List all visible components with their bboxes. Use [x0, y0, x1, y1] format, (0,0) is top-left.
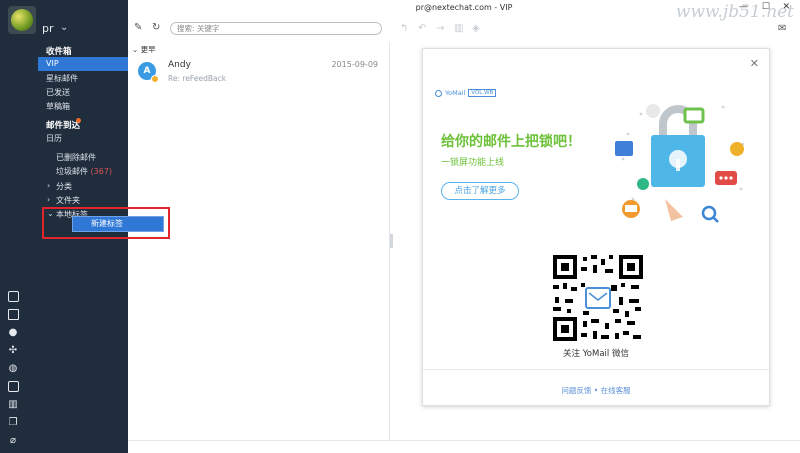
status-bar — [128, 440, 800, 453]
card-footer-links: 问题反馈 • 在线客服 — [423, 385, 769, 396]
promo-headline: 给你的邮件上把锁吧！ — [441, 134, 581, 150]
files-icon[interactable]: ❐ — [6, 415, 20, 429]
feedback-link[interactable]: 问题反馈 — [561, 386, 591, 395]
sidebar-item-vip[interactable]: VIP — [38, 57, 128, 71]
qr-logo-icon — [585, 287, 611, 309]
support-link[interactable]: 在线客服 — [601, 386, 631, 395]
mail-group-header[interactable]: ⌄ 更早 — [132, 44, 156, 55]
sidebar-item-junk[interactable]: 垃圾邮件 (367) — [56, 166, 112, 177]
account-avatar[interactable] — [8, 6, 36, 34]
mail-sender: Andy — [168, 60, 191, 70]
sidebar-item-folders[interactable]: 文件夹 — [56, 195, 80, 206]
compose-icon[interactable]: ✎ — [134, 22, 142, 33]
forward-icon[interactable]: → — [436, 23, 444, 34]
yomail-logo: YoMail VOL.WB — [435, 89, 497, 97]
app-dock: ● ✣ ◍ ▥ ❐ ⌀ ⚙ — [6, 289, 22, 453]
globe-icon[interactable]: ◍ — [6, 361, 20, 375]
wechat-icon[interactable]: ● — [6, 325, 20, 339]
promo-card: ✕ YoMail VOL.WB 给你的邮件上把锁吧！ 一锁屏功能上线 点击了解更… — [422, 48, 770, 406]
mail-date: 2015-09-09 — [331, 60, 379, 69]
attachment-icon[interactable]: ⌀ — [6, 433, 20, 447]
green-dot-icon — [637, 178, 649, 190]
wechat-qr-code — [553, 255, 643, 341]
close-icon[interactable]: ✕ — [750, 57, 759, 70]
qr-caption: 关注 YoMail 微信 — [563, 349, 629, 359]
sidebar-item-inbox[interactable]: 收件箱 — [46, 45, 72, 57]
group-label: 更早 — [140, 45, 156, 54]
avatar-bubble-icon — [646, 104, 660, 118]
card-divider — [423, 369, 769, 370]
mail-subject: Re: reFeedBack — [168, 74, 227, 83]
sidebar-item-sent[interactable]: 已发送 — [46, 87, 70, 98]
sidebar-item-calendar[interactable]: 日历 — [46, 133, 62, 144]
version-tag: VOL.WB — [468, 89, 497, 97]
sidebar-item-starred[interactable]: 星标邮件 — [46, 73, 78, 84]
tablet-icon — [615, 141, 633, 156]
learn-more-button[interactable]: 点击了解更多 — [441, 182, 519, 200]
account-name[interactable]: pr — [42, 22, 54, 35]
lock-illustration — [615, 104, 745, 223]
promo-subheadline: 一锁屏功能上线 — [441, 158, 505, 168]
puzzle-icon[interactable]: ✣ — [6, 343, 20, 357]
refresh-icon[interactable]: ↻ — [152, 22, 160, 33]
chevron-down-icon[interactable]: ⌄ — [60, 22, 68, 33]
list-item[interactable]: A Andy 2015-09-09 Re: reFeedBack — [128, 56, 390, 86]
yellow-badge-icon — [730, 142, 744, 156]
sidebar-item-categories[interactable]: 分类 — [56, 181, 72, 192]
link-separator: • — [593, 386, 599, 395]
sidebar-item-deleted[interactable]: 已删除邮件 — [56, 152, 96, 163]
monitor-icon — [683, 107, 705, 124]
junk-count-badge: (367) — [90, 167, 113, 176]
avatar-image — [11, 9, 33, 31]
logo-mark-icon — [435, 89, 442, 97]
reply-icon[interactable]: ↰ — [400, 23, 408, 34]
notification-dot — [76, 118, 81, 123]
contacts-icon[interactable] — [6, 379, 20, 393]
junk-label: 垃圾邮件 — [56, 167, 88, 176]
hand-icon — [665, 199, 683, 221]
trash-icon[interactable]: ▥ — [454, 23, 463, 34]
board-icon[interactable] — [6, 289, 20, 303]
chevron-right-icon[interactable]: › — [47, 181, 50, 190]
mail-icon[interactable]: ✉ — [778, 23, 786, 34]
stats-icon[interactable]: ▥ — [6, 397, 20, 411]
chevron-right-icon[interactable]: › — [47, 195, 50, 204]
reply-all-icon[interactable]: ↶ — [418, 23, 426, 34]
vip-badge-icon — [151, 75, 159, 83]
app-window: pr ⌄ 收件箱 VIP 星标邮件 已发送 草稿箱 邮件到达 日历 已删除邮件 … — [0, 0, 800, 453]
search-input[interactable]: 搜索: 关键字 — [170, 22, 382, 35]
sidebar-item-drafts[interactable]: 草稿箱 — [46, 101, 70, 112]
sidebar-item-todo[interactable]: 邮件到达 — [46, 119, 80, 131]
brand-name: YoMail — [445, 89, 466, 97]
note-icon[interactable] — [6, 307, 20, 321]
tag-icon[interactable]: ◈ — [472, 23, 480, 34]
mail-list: ⌄ 更早 A Andy 2015-09-09 Re: reFeedBack — [128, 42, 390, 440]
